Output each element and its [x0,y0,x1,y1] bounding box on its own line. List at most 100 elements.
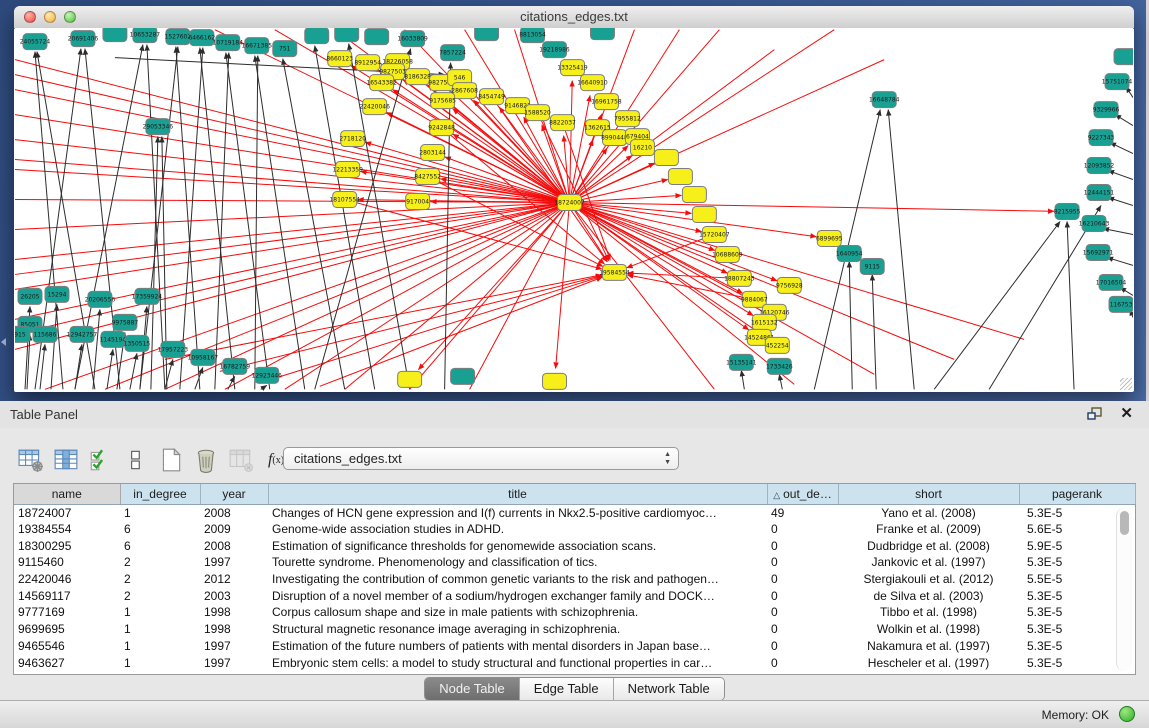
network-graph[interactable]: 1872400786601238912954182260589827503165… [15,28,1133,391]
table-cell: 1 [120,504,200,521]
rows-mode-icon[interactable] [123,447,149,473]
table-row[interactable]: 2242004622012Investigating the contribut… [14,571,1135,588]
graph-node[interactable] [475,28,499,41]
table-row[interactable]: 977716911998Corpus callosum shape and si… [14,604,1135,621]
graph-node-label: 18107554 [329,197,360,204]
tab-node-table[interactable]: Node Table [425,678,520,700]
graph-node-label: 9756928 [776,282,803,289]
table-cell: 18724007 [14,504,120,521]
table-row[interactable]: 1830029562008Estimation of significance … [14,537,1135,554]
column-header-year[interactable]: year [200,484,268,504]
table-cell: 2 [120,587,200,604]
graph-edge [1108,171,1133,180]
graph-node[interactable] [103,28,127,42]
column-header-short[interactable]: short [838,484,1019,504]
graph-node-label: 18807243 [724,275,755,282]
table-cell: 0 [767,521,838,538]
column-header-title[interactable]: title [268,484,767,504]
table-cell: 0 [767,537,838,554]
table-row[interactable]: 1456911722003Disruption of a novel membe… [14,587,1135,604]
table-cell: 1 [120,654,200,671]
graph-node[interactable] [543,373,567,389]
graph-node-label: 116753 [1110,301,1133,308]
graph-node-label: 8822037 [549,120,576,127]
graph-node[interactable] [692,207,716,223]
table-source-value: citations_edges.txt [294,451,402,466]
table-cell: 49 [767,504,838,521]
table-row[interactable]: 946554611997Estimation of the future num… [14,638,1135,655]
graph-edge [989,206,1101,390]
graph-node-label: 29053346 [143,124,174,131]
close-panel-icon[interactable]: ✕ [1120,404,1133,422]
delete-table-icon[interactable] [193,447,219,473]
table-row[interactable]: 1938455462009Genome-wide association stu… [14,521,1135,538]
column-header-out_de[interactable]: △out_de… [767,484,838,504]
graph-edge [570,203,715,390]
graph-node-label: 452254 [766,342,789,349]
graph-node-label: 13325419 [557,65,588,72]
graph-node[interactable] [398,371,422,387]
graph-node-label: 2718120 [339,136,366,143]
graph-node[interactable] [1114,49,1133,65]
panel-collapse-arrow[interactable] [1,338,6,346]
table-settings-icon[interactable] [18,447,44,473]
graph-node[interactable] [305,28,329,44]
network-window: citations_edges.txt 18724007866012389129… [14,6,1134,392]
table-cell: 1 [120,604,200,621]
graph-node[interactable] [654,150,678,166]
table-cell: 0 [767,604,838,621]
graph-node-label: 9115 [865,263,880,270]
table-row[interactable]: 1872400712008Changes of HCN gene express… [14,504,1135,521]
table-row[interactable]: 911546021997Tourette syndrome. Phenomeno… [14,554,1135,571]
table-cell: Embryonic stem cells: a model to study s… [268,654,767,671]
create-table-icon[interactable] [158,447,184,473]
graph-node-label: 10653287 [130,32,161,39]
graph-node-label: 3915 [15,331,26,338]
tab-edge-table[interactable]: Edge Table [520,678,614,700]
table-cell: Tibbo et al. (1998) [838,604,1019,621]
float-panel-icon[interactable] [1087,407,1103,421]
column-header-pagerank[interactable]: pagerank [1019,484,1135,504]
graph-node-label: 12923446 [252,372,283,379]
table-row[interactable]: 969969511998Structural magnetic resonanc… [14,621,1135,638]
table-cell: 1997 [200,654,268,671]
table-scrollbar[interactable] [1116,508,1132,671]
graph-node[interactable] [451,368,475,384]
graph-edge [15,115,570,203]
table-cell: 1998 [200,621,268,638]
window-titlebar[interactable]: citations_edges.txt [14,6,1134,29]
network-canvas[interactable]: 1872400786601238912954182260589827503165… [15,28,1133,391]
table-cell: 0 [767,571,838,588]
table-cell: 0 [767,554,838,571]
table-panel-header: Table Panel ✕ [0,401,1149,428]
table-source-select[interactable]: citations_edges.txt ▲▼ [283,447,679,470]
table-cell: 1 [120,621,200,638]
graph-node-label: 16033809 [397,36,428,43]
column-header-in_degree[interactable]: in_degree [120,484,200,504]
table-cell: 9777169 [14,604,120,621]
table-row[interactable]: 946362711997Embryonic stem cells: a mode… [14,654,1135,671]
graph-edge [1108,198,1133,206]
table-cell: 9463627 [14,654,120,671]
graph-node-label: 9884067 [741,296,768,303]
column-header-name[interactable]: name [14,484,120,504]
graph-node-label: 2803144 [419,150,446,157]
window-resize-grip[interactable] [1120,378,1132,390]
graph-edge [261,385,267,389]
graph-node-label: 15751074 [1102,79,1133,86]
graph-node[interactable] [682,187,706,203]
graph-node-label: 1640954 [836,250,863,257]
memory-ok-indicator[interactable] [1119,706,1135,722]
toggle-checks-icon[interactable] [88,447,114,473]
table-cell: Corpus callosum shape and size in male p… [268,604,767,621]
graph-node[interactable] [590,28,614,40]
select-columns-icon[interactable] [53,447,79,473]
table-scrollbar-thumb[interactable] [1120,511,1129,535]
import-table-icon[interactable] [228,447,254,473]
tab-network-table[interactable]: Network Table [614,678,724,700]
graph-node-label: 9175685 [429,98,456,105]
graph-node[interactable] [335,28,359,42]
graph-node[interactable] [668,169,692,185]
graph-node[interactable] [365,29,389,45]
graph-node-label: 10958167 [188,354,219,361]
